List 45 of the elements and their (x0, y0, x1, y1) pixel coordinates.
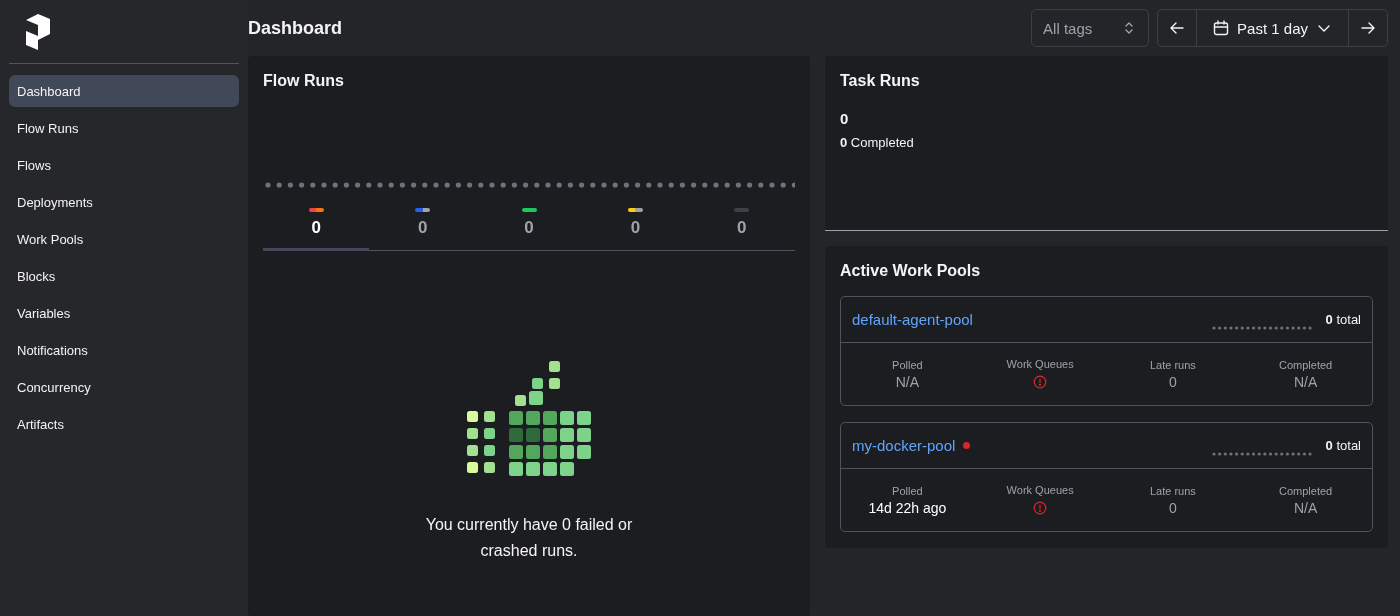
sidebar-item[interactable]: Flows (9, 149, 239, 181)
stat-value: 14d 22h ago (868, 499, 947, 516)
sidebar-item[interactable]: Artifacts (9, 408, 239, 440)
stat-label: Late runs (1149, 358, 1196, 371)
stat-label: Completed (1279, 484, 1333, 497)
stat-label: Work Queues (1006, 483, 1074, 496)
completed-count: 0 Completed (840, 135, 915, 150)
empty-state-message: You currently have 0 failed or crashed runs. (424, 515, 634, 561)
state-tab[interactable]: 0 (582, 208, 689, 251)
sidebar-item[interactable]: Variables (9, 297, 239, 329)
calendar-icon (1213, 20, 1230, 36)
warning-icon (1033, 374, 1048, 389)
card-title: Flow Runs (263, 72, 345, 90)
state-tab[interactable]: 0 (688, 208, 796, 251)
state-tab[interactable]: 0 (475, 208, 583, 251)
task-runs-total: 0 (840, 110, 850, 127)
sidebar-item[interactable]: Concurrency (9, 371, 239, 403)
total-runs: 0 total (1325, 312, 1361, 327)
stat-value: N/A (895, 373, 920, 390)
card-title: Task Runs (840, 72, 921, 90)
sidebar-item[interactable]: Flow Runs (9, 112, 239, 144)
sidebar-item[interactable]: Dashboard (9, 75, 239, 107)
card-title: Active Work Pools (840, 262, 982, 280)
stat-value: 0 (1168, 373, 1177, 390)
pool-link[interactable]: my-docker-pool (852, 437, 956, 454)
stat-label: Work Queues (1006, 357, 1074, 370)
page-title: Dashboard (248, 17, 343, 39)
stat-label: Polled (892, 358, 923, 371)
warning-icon (1033, 500, 1048, 515)
sidebar-item[interactable]: Notifications (9, 334, 239, 366)
total-runs: 0 total (1325, 438, 1361, 453)
sidebar-item[interactable]: Work Pools (9, 223, 239, 255)
stat-label: Late runs (1149, 484, 1196, 497)
logo-icon (26, 14, 50, 50)
stat-value: N/A (1293, 499, 1318, 516)
sidebar-item[interactable]: Blocks (9, 260, 239, 292)
sidebar-item[interactable]: Deployments (9, 186, 239, 218)
stat-label: Completed (1279, 358, 1333, 371)
tags-select[interactable]: All tags (1031, 9, 1150, 47)
state-tab[interactable]: 0 (369, 208, 476, 251)
pool-link[interactable]: default-agent-pool (852, 311, 973, 328)
stat-value: N/A (1293, 373, 1318, 390)
stat-value: 0 (1168, 499, 1177, 516)
state-tab[interactable]: 0 (263, 208, 370, 251)
stat-label: Polled (892, 484, 923, 497)
